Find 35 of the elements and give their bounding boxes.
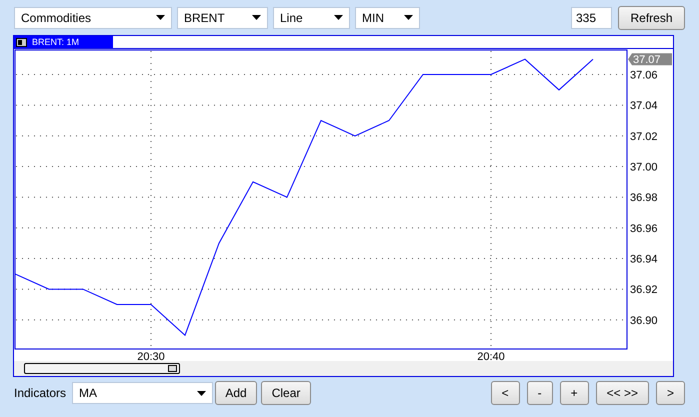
interval-dropdown[interactable]: MIN bbox=[355, 6, 420, 28]
price-tag: 37.07 bbox=[628, 53, 672, 66]
axis-label: 36.98 bbox=[630, 192, 658, 204]
axis-label: 36.96 bbox=[630, 222, 658, 235]
caret-icon bbox=[404, 15, 413, 20]
axis-label: 36.90 bbox=[630, 314, 658, 327]
market-dropdown[interactable]: Commodities bbox=[14, 6, 172, 28]
axis-label: 37.06 bbox=[630, 70, 658, 82]
nav-button[interactable]: + bbox=[560, 381, 589, 405]
axis-label: 36.92 bbox=[630, 284, 658, 296]
axis-label: 37.04 bbox=[630, 100, 658, 112]
nav-button[interactable]: - bbox=[526, 381, 553, 405]
axis-label: 37.02 bbox=[630, 130, 658, 143]
axis-label: 37.00 bbox=[630, 162, 658, 174]
caret-icon bbox=[197, 390, 206, 396]
nav-button[interactable]: > bbox=[656, 381, 685, 405]
add-button[interactable]: Add bbox=[215, 381, 258, 405]
count-field[interactable]: 335 bbox=[571, 6, 612, 28]
chart-type-dropdown[interactable]: Line bbox=[273, 6, 350, 28]
refresh-button[interactable]: Refresh bbox=[618, 6, 685, 30]
window-icon bbox=[16, 38, 27, 46]
caret-icon bbox=[334, 15, 343, 20]
axis-label: 20:30 bbox=[137, 351, 165, 362]
caret-icon bbox=[252, 15, 261, 20]
indicator-dropdown[interactable]: MA bbox=[72, 382, 214, 404]
caret-icon bbox=[156, 15, 165, 20]
nav-button[interactable]: < bbox=[490, 381, 520, 405]
symbol-dropdown[interactable]: BRENT bbox=[177, 6, 268, 28]
clear-button[interactable]: Clear bbox=[261, 381, 312, 405]
nav-button[interactable]: << >> bbox=[596, 381, 649, 405]
indicators-label: Indicators bbox=[14, 386, 66, 400]
axis-label: 20:40 bbox=[477, 351, 505, 362]
scroll-thumb[interactable] bbox=[24, 363, 180, 374]
scrollbar[interactable] bbox=[14, 361, 673, 376]
axis-label: 36.94 bbox=[630, 254, 658, 266]
